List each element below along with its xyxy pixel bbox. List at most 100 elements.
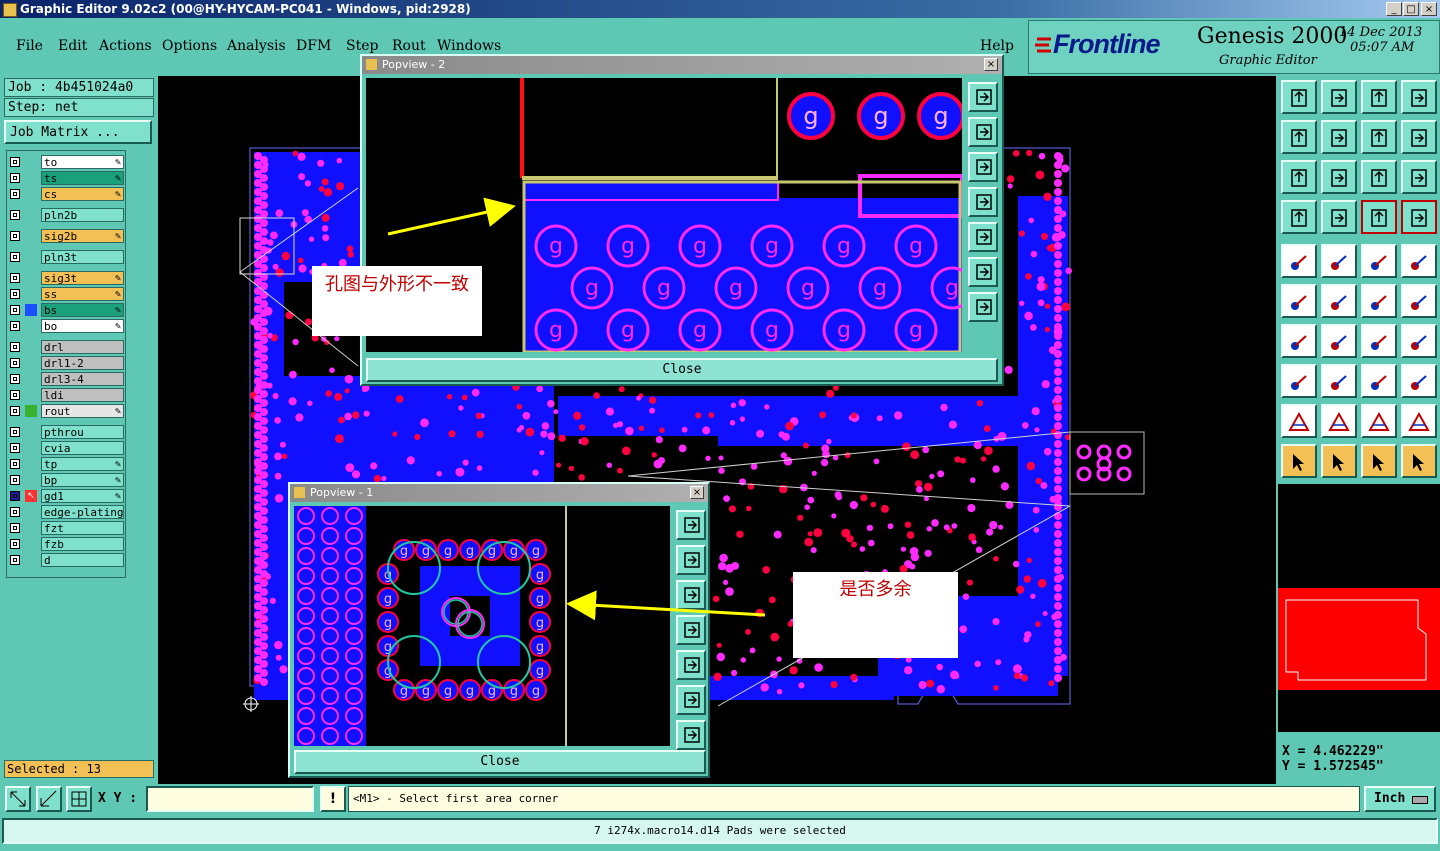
layer-row-pln3t[interactable]: pln3t — [7, 250, 125, 265]
layer-row-pthrou[interactable]: pthrou — [7, 425, 125, 440]
delete-tool-button[interactable] — [1321, 284, 1357, 318]
menu-dfm[interactable]: DFM — [296, 38, 331, 54]
overview-map[interactable] — [1278, 520, 1440, 732]
open-step-tool-button[interactable] — [1281, 80, 1317, 114]
layer-row-ss[interactable]: ss ✎ — [7, 287, 125, 302]
menu-actions[interactable]: Actions — [99, 38, 152, 54]
grid-button[interactable] — [66, 786, 92, 812]
layer-checkbox[interactable] — [10, 252, 20, 262]
pan-right-button[interactable] — [968, 222, 998, 252]
layer-row-bs[interactable]: bs ✎ — [7, 303, 125, 318]
home-tool-button[interactable] — [1361, 80, 1397, 114]
popview-2-close-icon[interactable]: × — [984, 58, 998, 71]
route-edit-tool-button[interactable] — [1401, 444, 1437, 478]
grid-tool-button[interactable] — [1321, 200, 1357, 234]
popview-1-view[interactable]: gggggggggggggggggggggggg — [294, 506, 670, 746]
popview-1-close-button[interactable]: Close — [294, 750, 706, 774]
layer-checkbox[interactable] — [10, 390, 20, 400]
zoom-out-button[interactable] — [968, 152, 998, 182]
mirror-tool-button[interactable] — [1361, 120, 1397, 154]
xy-input[interactable] — [146, 786, 314, 812]
pan-right-button[interactable] — [676, 650, 706, 680]
layer-row-cvia[interactable]: cvia — [7, 441, 125, 456]
layer-row-rout[interactable]: rout ✎ — [7, 404, 125, 419]
layer-checkbox[interactable] — [10, 475, 20, 485]
unit-selector[interactable]: Inch — [1364, 786, 1436, 812]
popview-1-window[interactable]: Popview - 1 × gggggggggggggggggggggggg C… — [288, 482, 710, 778]
layer-row-cs[interactable]: cs ✎ — [7, 187, 125, 202]
layer-row-to[interactable]: to ✎ — [7, 155, 125, 170]
layer-row-tp[interactable]: tp ✎ — [7, 457, 125, 472]
minimize-button[interactable]: _ — [1386, 2, 1402, 16]
layer-row-sig3t[interactable]: sig3t ✎ — [7, 271, 125, 286]
layer-checkbox[interactable] — [10, 189, 20, 199]
select-box-tool-button[interactable] — [1321, 444, 1357, 478]
import-tool-button[interactable] — [1281, 120, 1317, 154]
layer-row-fzb[interactable]: fzb — [7, 537, 125, 552]
triangle-b-tool-button[interactable] — [1321, 404, 1357, 438]
layer-row-bo[interactable]: bo ✎ — [7, 319, 125, 334]
pointer-tool-button[interactable] — [1281, 444, 1317, 478]
layer-row-ldi[interactable]: ldi — [7, 388, 125, 403]
menu-options[interactable]: Options — [162, 38, 217, 54]
export-tool-button[interactable] — [1321, 120, 1357, 154]
layer-checkbox[interactable] — [10, 459, 20, 469]
maximize-button[interactable]: □ — [1403, 2, 1419, 16]
layer-checkbox[interactable] — [10, 358, 20, 368]
layer-checkbox[interactable] — [10, 273, 20, 283]
fit-tool-button[interactable] — [1281, 160, 1317, 194]
menu-edit[interactable]: Edit — [58, 38, 87, 54]
layer-row-pln2b[interactable]: pln2b — [7, 208, 125, 223]
triangle-d-tool-button[interactable] — [1401, 404, 1437, 438]
zoom-window-button[interactable] — [676, 510, 706, 540]
layer-checkbox[interactable] — [10, 523, 20, 533]
move-tool-button[interactable] — [1361, 284, 1397, 318]
layer-checkbox[interactable] — [10, 427, 20, 437]
zoom-in-button[interactable] — [676, 545, 706, 575]
dot-tool-button[interactable] — [1401, 244, 1437, 278]
pad-tool-button[interactable] — [1281, 364, 1317, 398]
angle-tool-button[interactable] — [1281, 324, 1317, 358]
popview-1-close-icon[interactable]: × — [690, 486, 704, 499]
select-pad-tool-button[interactable] — [1281, 244, 1317, 278]
popview-1-title-bar[interactable]: Popview - 1 × — [290, 484, 708, 502]
triangle-c-tool-button[interactable] — [1361, 404, 1397, 438]
layer-checkbox[interactable] — [10, 555, 20, 565]
layer-row-edge-plating[interactable]: edge-plating — [7, 505, 125, 520]
popview-2-close-button[interactable]: Close — [366, 358, 998, 382]
layer-checkbox[interactable] — [10, 157, 20, 167]
layer-row-gd1[interactable]: ↖ gd1 ✎ — [7, 489, 125, 504]
menu-step[interactable]: Step — [346, 38, 378, 54]
layer-row-ts[interactable]: ts ✎ — [7, 171, 125, 186]
layer-row-fzt[interactable]: fzt — [7, 521, 125, 536]
pan-left-button[interactable] — [968, 187, 998, 217]
zoom-out-button[interactable] — [676, 580, 706, 610]
copy-tool-button[interactable] — [1401, 284, 1437, 318]
menu-file[interactable]: File — [16, 38, 43, 54]
flip-tool-button[interactable] — [1401, 324, 1437, 358]
popview-2-window[interactable]: Popview - 2 × ggggggggggggggggggggg Clos… — [360, 54, 1004, 386]
scale-tool-button[interactable] — [1361, 160, 1397, 194]
layer-row-sig2b[interactable]: sig2b ✎ — [7, 229, 125, 244]
popview-2-title-bar[interactable]: Popview - 2 × — [362, 56, 1002, 74]
line-tool-button[interactable] — [1321, 324, 1357, 358]
line-draw-tool-button[interactable] — [1321, 244, 1357, 278]
layer-checkbox[interactable] — [10, 539, 20, 549]
layer-checkbox[interactable] — [10, 289, 20, 299]
layer-row-drl[interactable]: drl — [7, 340, 125, 355]
job-matrix-button[interactable]: Job Matrix ... — [4, 120, 152, 144]
select-net-tool-button[interactable] — [1361, 444, 1397, 478]
layer-checkbox[interactable] — [10, 374, 20, 384]
center-tool-button[interactable] — [1321, 160, 1357, 194]
sign-tool-button[interactable] — [1401, 120, 1437, 154]
layer-checkbox[interactable] — [10, 443, 20, 453]
layer-row-drl3-4[interactable]: drl3-4 — [7, 372, 125, 387]
zoom-window-button[interactable] — [968, 82, 998, 112]
save-tool-button[interactable] — [1321, 80, 1357, 114]
layer-checkbox[interactable] — [10, 210, 20, 220]
triangle-a-tool-button[interactable] — [1281, 404, 1317, 438]
ruler-tool-button[interactable] — [1361, 244, 1397, 278]
rotate-tool-button[interactable] — [1361, 324, 1397, 358]
zoom-in-button[interactable] — [968, 117, 998, 147]
menu-analysis[interactable]: Analysis — [227, 38, 286, 54]
